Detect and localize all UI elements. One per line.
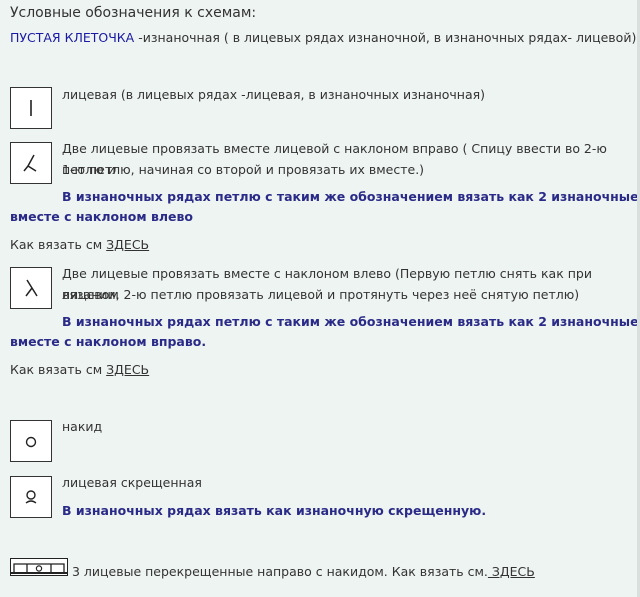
right-lean-decrease-icon (23, 154, 37, 172)
vertical-bar-icon (30, 100, 32, 116)
knit-symbol-box (10, 87, 52, 129)
howto-link-right-decrease[interactable]: ЗДЕСЬ (106, 237, 149, 252)
empty-cell-legend: ПУСТАЯ КЛЕТОЧКА -изнаночная ( в лицевых … (10, 30, 636, 45)
left-lean-decrease-icon (25, 279, 38, 297)
yarn-over-icon (25, 436, 37, 448)
knit-description: лицевая (в лицевых рядах -лицевая, в изн… (62, 87, 486, 102)
page-title: Условные обозначения к схемам: (10, 5, 257, 21)
twisted-knit-description: лицевая скрещенная (62, 475, 202, 490)
twisted-knit-symbol-box (10, 476, 52, 518)
right-decrease-note-2: вместе с наклоном влево (10, 209, 193, 224)
howto-prefix: Как вязать см (10, 362, 107, 377)
howto-link-cable[interactable]: ЗДЕСЬ (488, 564, 535, 579)
empty-cell-label: ПУСТАЯ КЛЕТОЧКА (10, 30, 135, 45)
right-decrease-note-1: В изнаночных рядах петлю с таким же обоз… (62, 189, 639, 204)
twisted-knit-note: В изнаночных рядах вязать как изнаночную… (62, 503, 487, 518)
yarn-over-description: накид (62, 419, 103, 434)
howto-prefix: Как вязать см (10, 237, 107, 252)
howto-link-left-decrease[interactable]: ЗДЕСЬ (106, 362, 149, 377)
left-decrease-howto: Как вязать см ЗДЕСЬ (10, 359, 149, 380)
twisted-knit-icon (25, 490, 37, 504)
cable-three-knit-icon (10, 558, 68, 576)
yarn-over-symbol-box (10, 420, 52, 462)
left-decrease-note-1: В изнаночных рядах петлю с таким же обоз… (62, 314, 639, 329)
right-decrease-symbol-box (10, 142, 52, 184)
right-decrease-howto: Как вязать см ЗДЕСЬ (10, 234, 149, 255)
cable-text: 3 лицевые перекрещенные направо с накидо… (72, 564, 488, 579)
empty-cell-text: -изнаночная ( в лицевых рядах изнаночной… (134, 30, 637, 45)
cable-description: 3 лицевые перекрещенные направо с накидо… (72, 561, 535, 582)
left-decrease-description-2: вязании, 2-ю петлю провязать лицевой и п… (62, 287, 580, 302)
left-decrease-note-2: вместе с наклоном вправо. (10, 334, 207, 349)
right-decrease-description-2: 1-ю петлю, начиная со второй и провязать… (62, 162, 425, 177)
cable-symbol-box (10, 558, 68, 576)
left-decrease-symbol-box (10, 267, 52, 309)
